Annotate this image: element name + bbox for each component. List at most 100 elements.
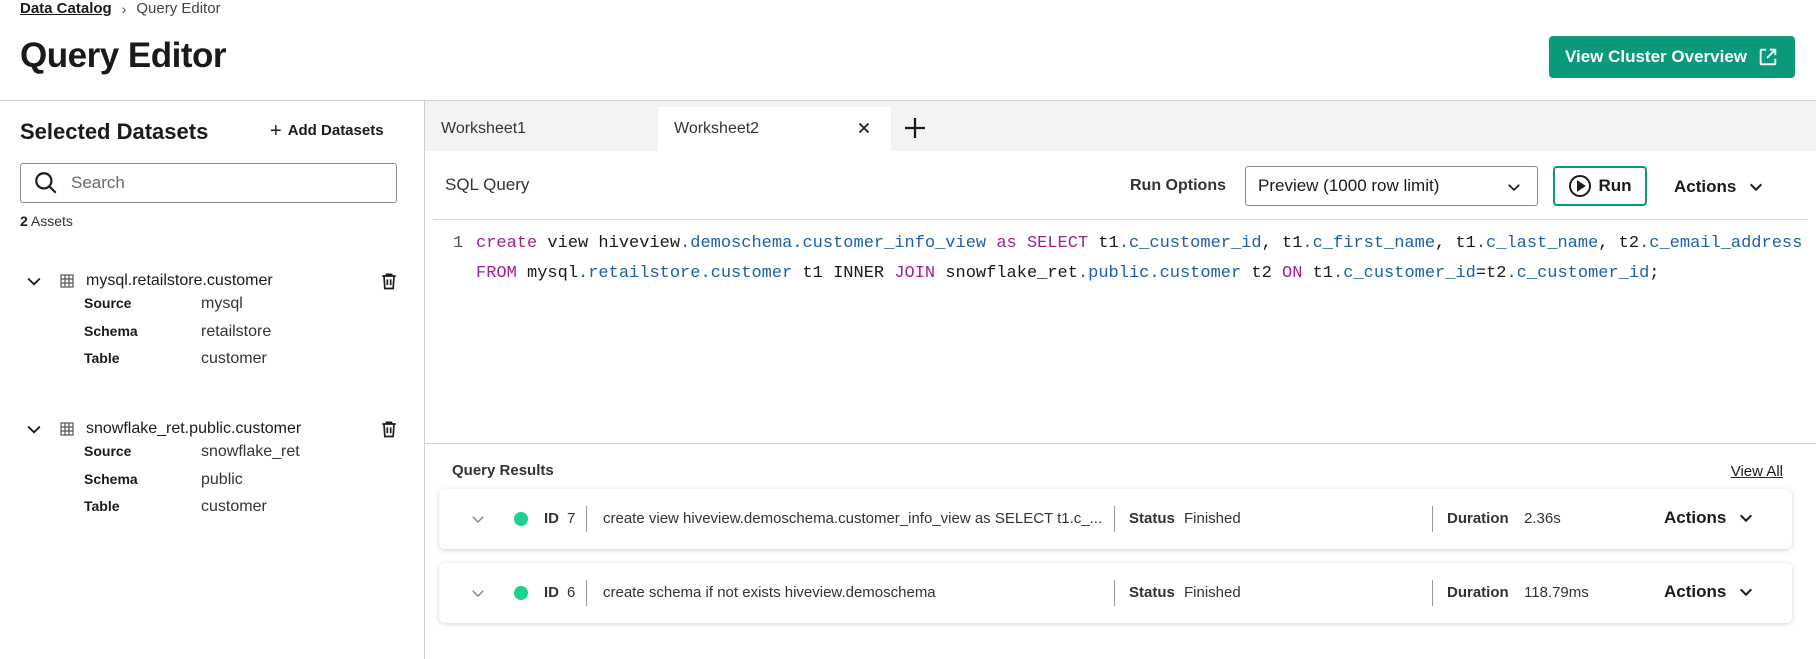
trash-icon[interactable]: [379, 419, 399, 439]
status-dot-icon: [514, 586, 528, 600]
property-label: Table: [84, 498, 120, 514]
property-value: retailstore: [201, 323, 272, 340]
sql-query-label: SQL Query: [445, 175, 530, 194]
chevron-down-icon[interactable]: [24, 419, 44, 439]
dataset-name: snowflake_ret.public.customer: [86, 420, 302, 437]
property-value: public: [201, 471, 243, 488]
cluster-button-label: View Cluster Overview: [1564, 47, 1747, 66]
query-editor-main: Worksheet1 Worksheet2 SQL Query Run Opti…: [425, 101, 1816, 659]
query-text: create schema if not exists hiveview.dem…: [603, 584, 936, 601]
id-label: ID: [544, 584, 559, 601]
run-option-selected: Preview (1000 row limit): [1258, 176, 1440, 195]
property-value: mysql: [201, 295, 243, 312]
property-value: customer: [201, 350, 267, 367]
query-text: create view hiveview.demoschema.customer…: [603, 510, 1103, 527]
property-label: Source: [84, 295, 132, 311]
divider: [586, 580, 587, 606]
page-title: Query Editor: [20, 36, 226, 75]
status-label: Status: [1129, 510, 1175, 527]
sql-code[interactable]: create view hiveview.demoschema.customer…: [476, 229, 1806, 289]
chevron-down-icon[interactable]: [469, 510, 487, 528]
chevron-down-icon: [1750, 183, 1763, 192]
table-icon: [60, 422, 74, 436]
play-icon: [1569, 175, 1592, 197]
asset-count-label: Assets: [30, 213, 73, 229]
dataset-header: snowflake_ret.public.customer: [24, 416, 404, 442]
breadcrumb: Data Catalog › Query Editor: [20, 0, 221, 17]
dataset-search[interactable]: [20, 163, 397, 203]
chevron-down-icon[interactable]: [24, 271, 44, 291]
duration-label: Duration: [1447, 584, 1509, 601]
query-result-row[interactable]: ID 7 create view hiveview.demoschema.cus…: [439, 489, 1792, 549]
property-label: Source: [84, 443, 132, 459]
property-value: snowflake_ret: [201, 443, 300, 460]
search-icon: [35, 172, 57, 194]
selected-datasets-panel: Selected Datasets + Add Datasets 2 Asset…: [0, 101, 425, 659]
divider: [1114, 580, 1115, 606]
status-value: Finished: [1184, 584, 1241, 601]
tab-worksheet1[interactable]: Worksheet1: [425, 107, 658, 151]
editor-actions-button[interactable]: Actions: [1674, 177, 1764, 197]
page-header: Data Catalog › Query Editor Query Editor…: [0, 0, 1816, 101]
chevron-down-icon: [1740, 588, 1753, 597]
tab-label: Worksheet1: [441, 120, 527, 137]
breadcrumb-link-data-catalog[interactable]: Data Catalog: [20, 0, 112, 17]
run-button[interactable]: Run: [1553, 166, 1647, 206]
view-cluster-overview-button[interactable]: View Cluster Overview: [1548, 36, 1795, 78]
property-value: customer: [201, 498, 267, 515]
add-datasets-label: Add Datasets: [287, 122, 384, 139]
duration-value: 118.79ms: [1524, 584, 1589, 601]
tab-label: Worksheet2: [674, 120, 760, 137]
query-result-row[interactable]: ID 6 create schema if not exists hivevie…: [439, 563, 1792, 623]
divider: [1432, 506, 1433, 532]
chevron-down-icon: [1740, 514, 1753, 523]
row-actions-button[interactable]: Actions: [1664, 582, 1754, 602]
run-options-label: Run Options: [1130, 177, 1226, 194]
trash-icon[interactable]: [379, 271, 399, 291]
search-input[interactable]: [71, 173, 371, 193]
actions-label: Actions: [1664, 508, 1727, 527]
dataset-header: mysql.retailstore.customer: [24, 268, 404, 294]
actions-label: Actions: [1664, 582, 1727, 601]
asset-count: 2 Assets: [20, 213, 73, 229]
run-label: Run: [1598, 176, 1632, 195]
chevron-down-icon: [1508, 184, 1520, 192]
divider: [425, 443, 1816, 444]
status-label: Status: [1129, 584, 1175, 601]
chevron-right-icon: ›: [121, 0, 127, 17]
dataset-name: mysql.retailstore.customer: [86, 272, 273, 289]
divider: [433, 219, 1808, 220]
duration-label: Duration: [1447, 510, 1509, 527]
property-label: Schema: [84, 471, 138, 487]
id-label: ID: [544, 510, 559, 527]
status-dot-icon: [514, 512, 528, 526]
query-results-title: Query Results: [452, 462, 554, 479]
sql-toolbar: SQL Query Run Options Preview (1000 row …: [425, 151, 1816, 219]
query-id: 7: [567, 510, 576, 527]
plus-icon: +: [270, 119, 282, 142]
view-all-link[interactable]: View All: [1731, 463, 1783, 480]
duration-value: 2.36s: [1524, 510, 1561, 527]
sidebar-title: Selected Datasets: [20, 119, 209, 144]
chevron-down-icon[interactable]: [469, 584, 487, 602]
close-icon[interactable]: [855, 119, 873, 137]
sql-editor[interactable]: 1 create view hiveview.demoschema.custom…: [425, 221, 1816, 443]
tab-worksheet2[interactable]: Worksheet2: [658, 107, 891, 151]
external-link-icon: [1759, 48, 1777, 66]
run-options-select[interactable]: Preview (1000 row limit): [1245, 166, 1538, 206]
actions-label: Actions: [1674, 177, 1737, 196]
status-value: Finished: [1184, 510, 1241, 527]
line-number: 1: [453, 234, 464, 253]
breadcrumb-current: Query Editor: [136, 0, 221, 17]
table-icon: [60, 274, 74, 288]
query-id: 6: [567, 584, 576, 601]
asset-count-number: 2: [20, 213, 28, 229]
property-label: Table: [84, 350, 120, 366]
divider: [586, 506, 587, 532]
add-tab-icon[interactable]: [900, 113, 930, 143]
divider: [1432, 580, 1433, 606]
add-datasets-button[interactable]: + Add Datasets: [270, 119, 384, 142]
property-label: Schema: [84, 323, 138, 339]
row-actions-button[interactable]: Actions: [1664, 508, 1754, 528]
worksheet-tabbar: Worksheet1 Worksheet2: [425, 101, 1816, 151]
